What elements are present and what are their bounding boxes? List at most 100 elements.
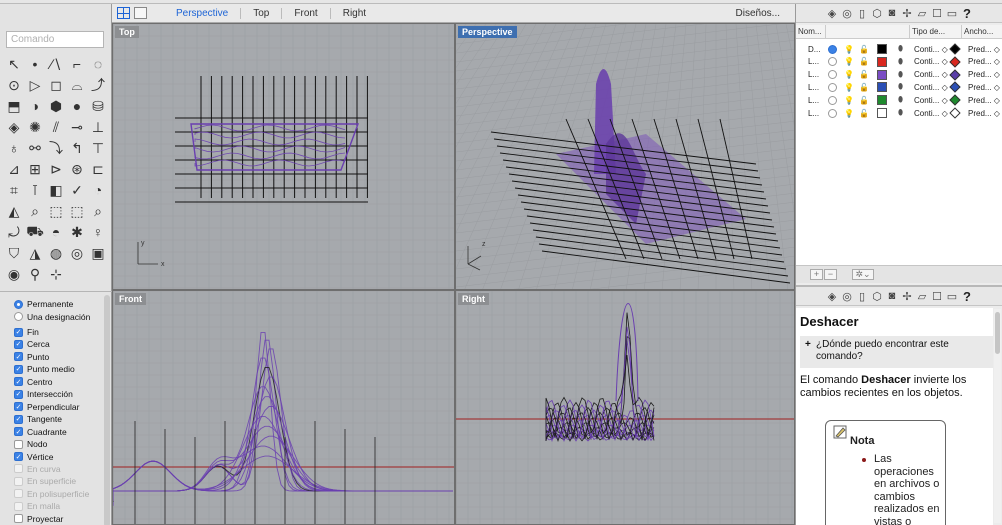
- layers-icon[interactable]: ◈: [826, 290, 839, 303]
- help-scrollbar-thumb[interactable]: [995, 312, 1000, 354]
- current-layer-radio-icon[interactable]: [828, 57, 837, 67]
- checkbox-icon[interactable]: ✓: [14, 414, 23, 424]
- tool-rect-1-0-icon[interactable]: ⊙: [4, 75, 24, 95]
- layer-print-width[interactable]: Pred... ◇: [968, 96, 1000, 105]
- tool-curve-0-2-icon[interactable]: ∕∖: [46, 54, 66, 74]
- layer-color-swatch[interactable]: [877, 69, 887, 80]
- monitor-icon[interactable]: ▭: [946, 290, 959, 303]
- current-layer-radio-icon[interactable]: [828, 108, 837, 118]
- tool-render-6-1-icon[interactable]: ⊺: [25, 180, 45, 200]
- tool-layout-9-4-icon[interactable]: ▣: [88, 243, 108, 263]
- tool-fillet-1-2-icon[interactable]: ◻: [46, 75, 66, 95]
- tool-select-0-0-icon[interactable]: ↖: [4, 54, 24, 74]
- tool-curve-7-1-icon[interactable]: ⌕: [25, 201, 45, 221]
- add-layer-button[interactable]: +: [810, 269, 823, 280]
- tool-fillet-4-4-icon[interactable]: ⊤: [88, 138, 108, 158]
- layer-print-width[interactable]: Pred... ◇: [968, 45, 1000, 54]
- tool-fillet-8-1-icon[interactable]: ⛟: [25, 222, 45, 242]
- tool-mesh-1-4-icon[interactable]: ⤴: [88, 75, 108, 95]
- layer-name[interactable]: D...: [808, 45, 820, 54]
- notes-icon[interactable]: ▱: [916, 290, 929, 303]
- material-icon[interactable]: ⬮: [898, 44, 903, 54]
- tool-solid-8-4-icon[interactable]: ♀: [88, 222, 108, 242]
- current-layer-radio-icon[interactable]: [828, 82, 837, 92]
- layer-print-width[interactable]: Pred... ◇: [968, 83, 1000, 92]
- tool-mesh-5-1-icon[interactable]: ⊞: [25, 159, 45, 179]
- material-icon[interactable]: ⬮: [898, 82, 903, 92]
- osnap-item-7[interactable]: ✓ Tangente: [14, 413, 62, 425]
- layer-row[interactable]: L... 💡 🔓 ⬮ Conti... ◇ Pred... ◇: [796, 94, 1002, 106]
- tool-solid-5-2-icon[interactable]: ⊳: [46, 159, 66, 179]
- checkbox-icon[interactable]: ✓: [14, 327, 23, 337]
- tool-render-2-4-icon[interactable]: ⛁: [88, 96, 108, 116]
- tab-top[interactable]: Top: [241, 7, 283, 19]
- tool-arc-7-2-icon[interactable]: ⬚: [46, 201, 66, 221]
- monitor-icon[interactable]: ▭: [946, 7, 959, 20]
- tool-point-3-3-icon[interactable]: ⊸: [67, 117, 87, 137]
- layer-row[interactable]: L... 💡 🔓 ⬮ Conti... ◇ Pred... ◇: [796, 56, 1002, 68]
- document-icon[interactable]: ▯: [856, 7, 869, 20]
- osnap-item-2[interactable]: ✓ Punto: [14, 351, 49, 363]
- print-color-diamond-icon[interactable]: [949, 81, 961, 94]
- tool-surface-5-0-icon[interactable]: ⊿: [4, 159, 24, 179]
- layer-name[interactable]: L...: [808, 96, 819, 105]
- lock-icon[interactable]: 🔓: [859, 96, 869, 105]
- osnap-item-9[interactable]: Nodo: [14, 438, 47, 450]
- tool-rect-7-4-icon[interactable]: ⌕: [88, 201, 108, 221]
- notes-icon[interactable]: ▱: [916, 7, 929, 20]
- panel-icon[interactable]: ☐: [931, 7, 944, 20]
- lightbulb-icon[interactable]: 💡: [844, 70, 854, 79]
- checkbox-icon[interactable]: ✓: [14, 339, 23, 349]
- layer-linetype[interactable]: Conti... ◇: [914, 109, 948, 118]
- layer-row[interactable]: L... 💡 🔓 ⬮ Conti... ◇ Pred... ◇: [796, 107, 1002, 119]
- layer-linetype[interactable]: Conti... ◇: [914, 70, 948, 79]
- layer-options-icon[interactable]: ✲⌄: [852, 269, 874, 280]
- tool-analyze-6-0-icon[interactable]: ⌗: [4, 180, 24, 200]
- layer-name-header[interactable]: Nom...: [796, 25, 826, 38]
- tool-circle-0-4-icon[interactable]: ◌: [88, 54, 108, 74]
- lock-icon[interactable]: 🔓: [859, 57, 869, 66]
- checkbox-icon[interactable]: ✓: [14, 352, 23, 362]
- tool-layout-6-2-icon[interactable]: ◧: [46, 180, 66, 200]
- tool-solid-2-0-icon[interactable]: ⬒: [4, 96, 24, 116]
- material-icon[interactable]: ⬮: [898, 95, 903, 105]
- tool-point-7-0-icon[interactable]: ◭: [4, 201, 24, 221]
- help-scrollbar[interactable]: [994, 309, 1001, 523]
- tool-surface-8-2-icon[interactable]: ◓: [46, 222, 66, 242]
- tool-select-3-2-icon[interactable]: ⫽: [46, 117, 66, 137]
- layer-linetype[interactable]: Conti... ◇: [914, 57, 948, 66]
- tool-circle-4-1-icon[interactable]: ⚯: [25, 138, 45, 158]
- print-color-diamond-icon[interactable]: [949, 107, 961, 119]
- tool-point-0-1-icon[interactable]: •: [25, 54, 45, 74]
- tool-render-9-3-icon[interactable]: ◎: [67, 243, 87, 263]
- current-layer-radio-icon[interactable]: [828, 95, 837, 105]
- osnap-item-3[interactable]: ✓ Punto medio: [14, 363, 75, 375]
- osnap-item-1[interactable]: ✓ Cerca: [14, 338, 50, 350]
- radio-icon[interactable]: [14, 312, 23, 321]
- four-viewports-icon[interactable]: [117, 7, 130, 19]
- tool-transform-5-3-icon[interactable]: ⊛: [67, 159, 87, 179]
- tool-misc-3-1-icon[interactable]: ✺: [25, 117, 45, 137]
- checkbox-icon[interactable]: ✓: [14, 377, 23, 387]
- checkbox-icon[interactable]: ✓: [14, 427, 23, 437]
- layer-linetype-header[interactable]: Tipo de...: [910, 25, 962, 38]
- tab-right[interactable]: Right: [331, 8, 378, 19]
- where-to-find-command[interactable]: + ¿Dónde puedo encontrar este comando?: [800, 336, 993, 368]
- checkbox-icon[interactable]: [14, 514, 23, 524]
- tool-polygon-1-1-icon[interactable]: ▷: [25, 75, 45, 95]
- layer-color-swatch[interactable]: [877, 95, 887, 106]
- layer-row[interactable]: L... 💡 🔓 ⬮ Conti... ◇ Pred... ◇: [796, 68, 1002, 81]
- viewport-perspective[interactable]: Perspective z: [455, 23, 795, 290]
- layer-row[interactable]: D... 💡 🔓 ⬮ Conti... ◇ Pred... ◇: [796, 43, 1002, 55]
- tool-rect-4-2-icon[interactable]: ⤵: [46, 138, 66, 158]
- osnap-item-5[interactable]: ✓ Intersección: [14, 388, 73, 400]
- print-color-diamond-icon[interactable]: [949, 68, 961, 81]
- layer-print-width[interactable]: Pred... ◇: [968, 57, 1000, 66]
- material-icon[interactable]: ⬮: [898, 108, 903, 118]
- print-color-diamond-icon[interactable]: [949, 56, 961, 68]
- layer-linetype[interactable]: Conti... ◇: [914, 45, 948, 54]
- command-input[interactable]: Comando: [6, 31, 104, 48]
- remove-layer-button[interactable]: −: [824, 269, 837, 280]
- layer-color-swatch[interactable]: [877, 108, 887, 118]
- camera-icon[interactable]: ◙: [886, 7, 899, 19]
